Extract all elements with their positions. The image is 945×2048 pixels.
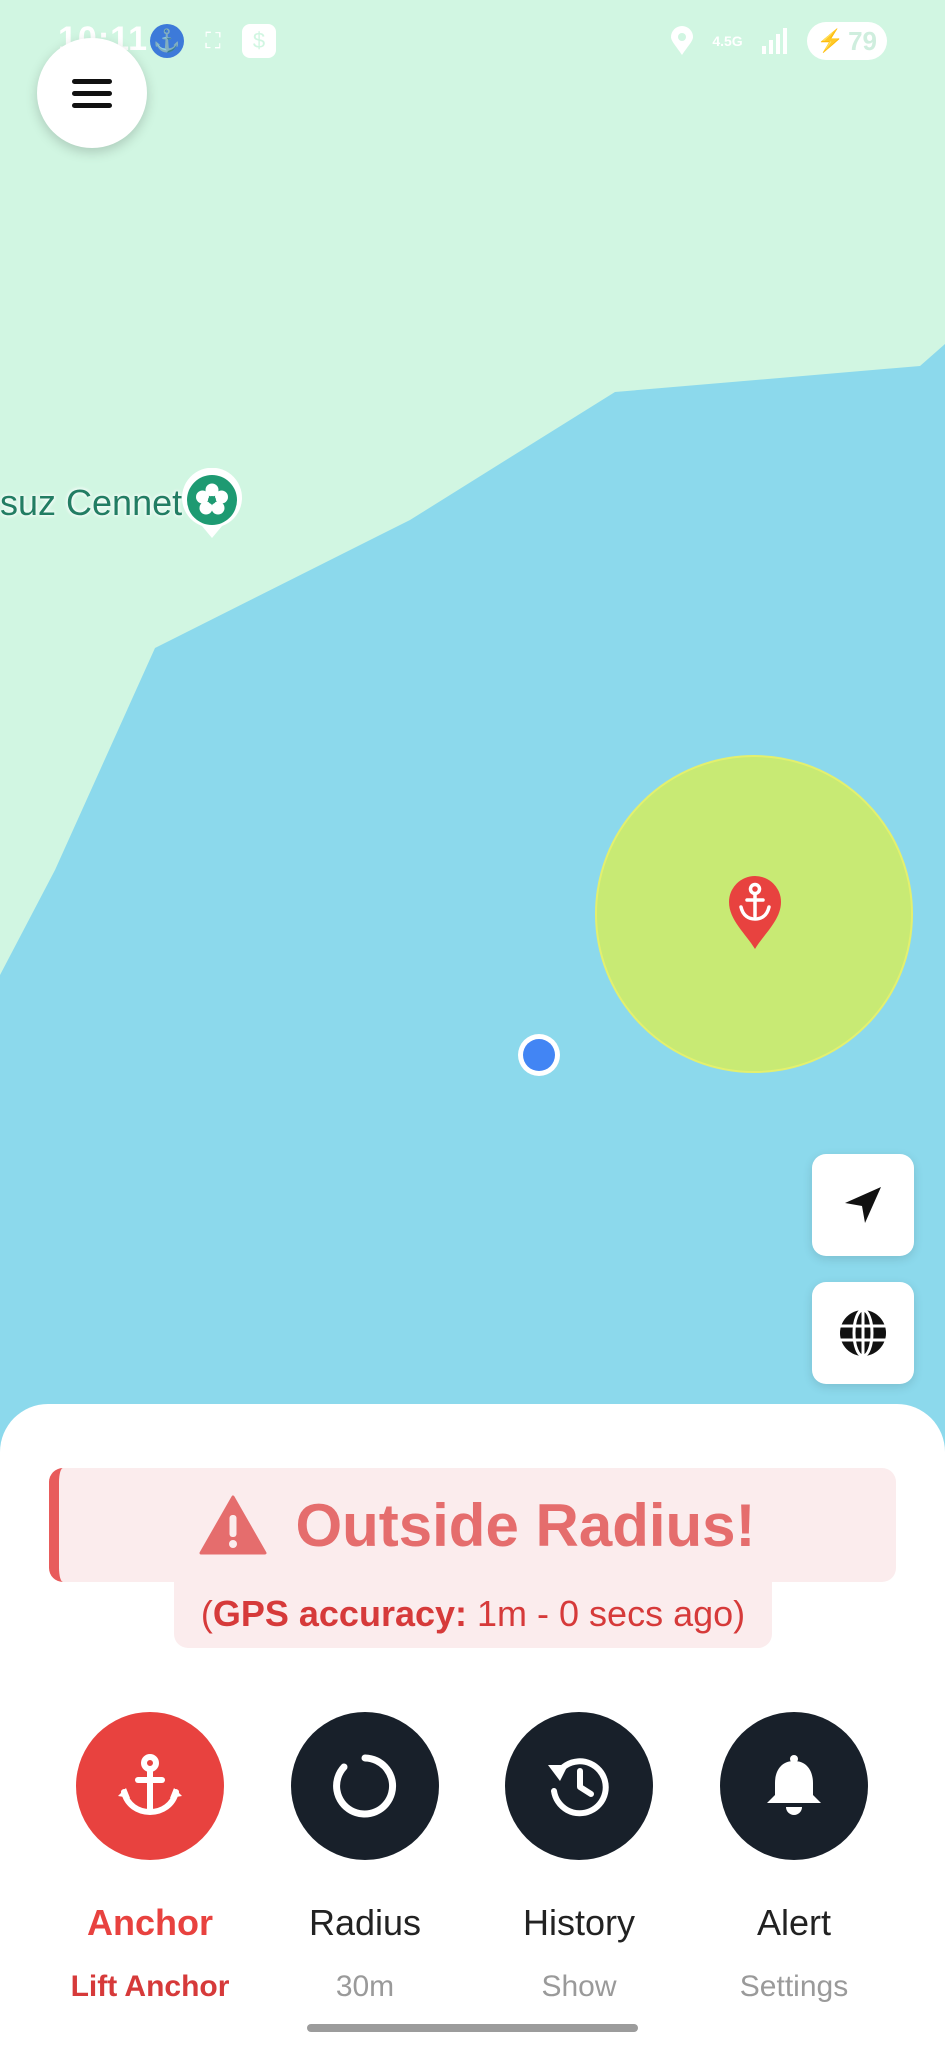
gps-accuracy-value: 1m - 0 secs ago — [477, 1593, 734, 1634]
radius-icon — [333, 1754, 397, 1818]
map-view[interactable]: suz Cennet — [0, 0, 945, 1420]
network-type: 4.5G — [712, 33, 743, 49]
radius-action[interactable]: Radius 30m — [265, 1712, 465, 2004]
outside-radius-alert: Outside Radius! — [49, 1468, 896, 1582]
anchor-app-icon: ⚓ — [150, 24, 184, 58]
notification-icons: ⚓ ⛶ $ — [150, 24, 276, 58]
anchor-icon — [118, 1754, 182, 1816]
gps-accuracy-info: ( GPS accuracy: 1m - 0 secs ago ) — [174, 1580, 772, 1648]
battery-level: 79 — [848, 25, 877, 56]
alert-settings-link[interactable]: Settings — [740, 1970, 848, 2004]
history-label: History — [522, 1902, 635, 1943]
radius-label: Radius — [308, 1902, 422, 1943]
battery-indicator: ⚡ 79 — [806, 22, 887, 60]
gps-accuracy-label: GPS accuracy: — [212, 1593, 468, 1634]
charging-icon: ⚡ — [816, 28, 845, 53]
gps-paren-open: ( — [200, 1593, 213, 1634]
bell-icon — [767, 1755, 821, 1815]
alert-button[interactable] — [720, 1712, 868, 1860]
anchor-marker-icon[interactable] — [726, 874, 784, 950]
menu-button[interactable] — [37, 38, 147, 148]
center-location-button[interactable] — [812, 1154, 914, 1256]
poi-label[interactable]: suz Cennet — [0, 482, 182, 524]
map-canvas — [0, 0, 945, 1420]
alert-label: Alert — [756, 1902, 832, 1943]
alert-action[interactable]: Alert Settings — [694, 1712, 894, 2004]
radius-button[interactable] — [291, 1712, 439, 1860]
anchor-action[interactable]: Anchor Lift Anchor — [50, 1712, 250, 2004]
action-bar: Anchor Lift Anchor Radius 30m History Sh… — [0, 1712, 945, 2012]
gps-paren-close: ) — [733, 1593, 746, 1634]
history-icon — [548, 1758, 609, 1817]
home-indicator[interactable] — [307, 2024, 638, 2032]
screenshot-icon: ⛶ — [205, 28, 221, 53]
map-type-button[interactable] — [812, 1282, 914, 1384]
navigation-arrow-icon — [845, 1187, 881, 1223]
warning-icon — [199, 1495, 267, 1555]
system-icons: 4.5G ⚡ 79 — [670, 22, 887, 60]
anchor-label: Anchor — [87, 1902, 213, 1943]
globe-icon — [840, 1308, 886, 1358]
gps-location-dot — [518, 1034, 560, 1076]
alert-title: Outside Radius! — [295, 1491, 756, 1559]
signal-icon — [761, 28, 787, 54]
money-icon: $ — [242, 24, 276, 58]
history-action[interactable]: History Show — [479, 1712, 679, 2004]
history-button[interactable] — [505, 1712, 653, 1860]
lift-anchor-link[interactable]: Lift Anchor — [71, 1970, 230, 2004]
anchor-button[interactable] — [76, 1712, 224, 1860]
radius-value: 30m — [335, 1970, 395, 2003]
location-icon — [671, 26, 694, 55]
poi-marker-icon[interactable] — [180, 468, 244, 540]
history-show-link[interactable]: Show — [541, 1970, 616, 2004]
menu-icon — [72, 72, 112, 115]
bottom-sheet: Outside Radius! ( GPS accuracy: 1m - 0 s… — [0, 1404, 945, 2048]
